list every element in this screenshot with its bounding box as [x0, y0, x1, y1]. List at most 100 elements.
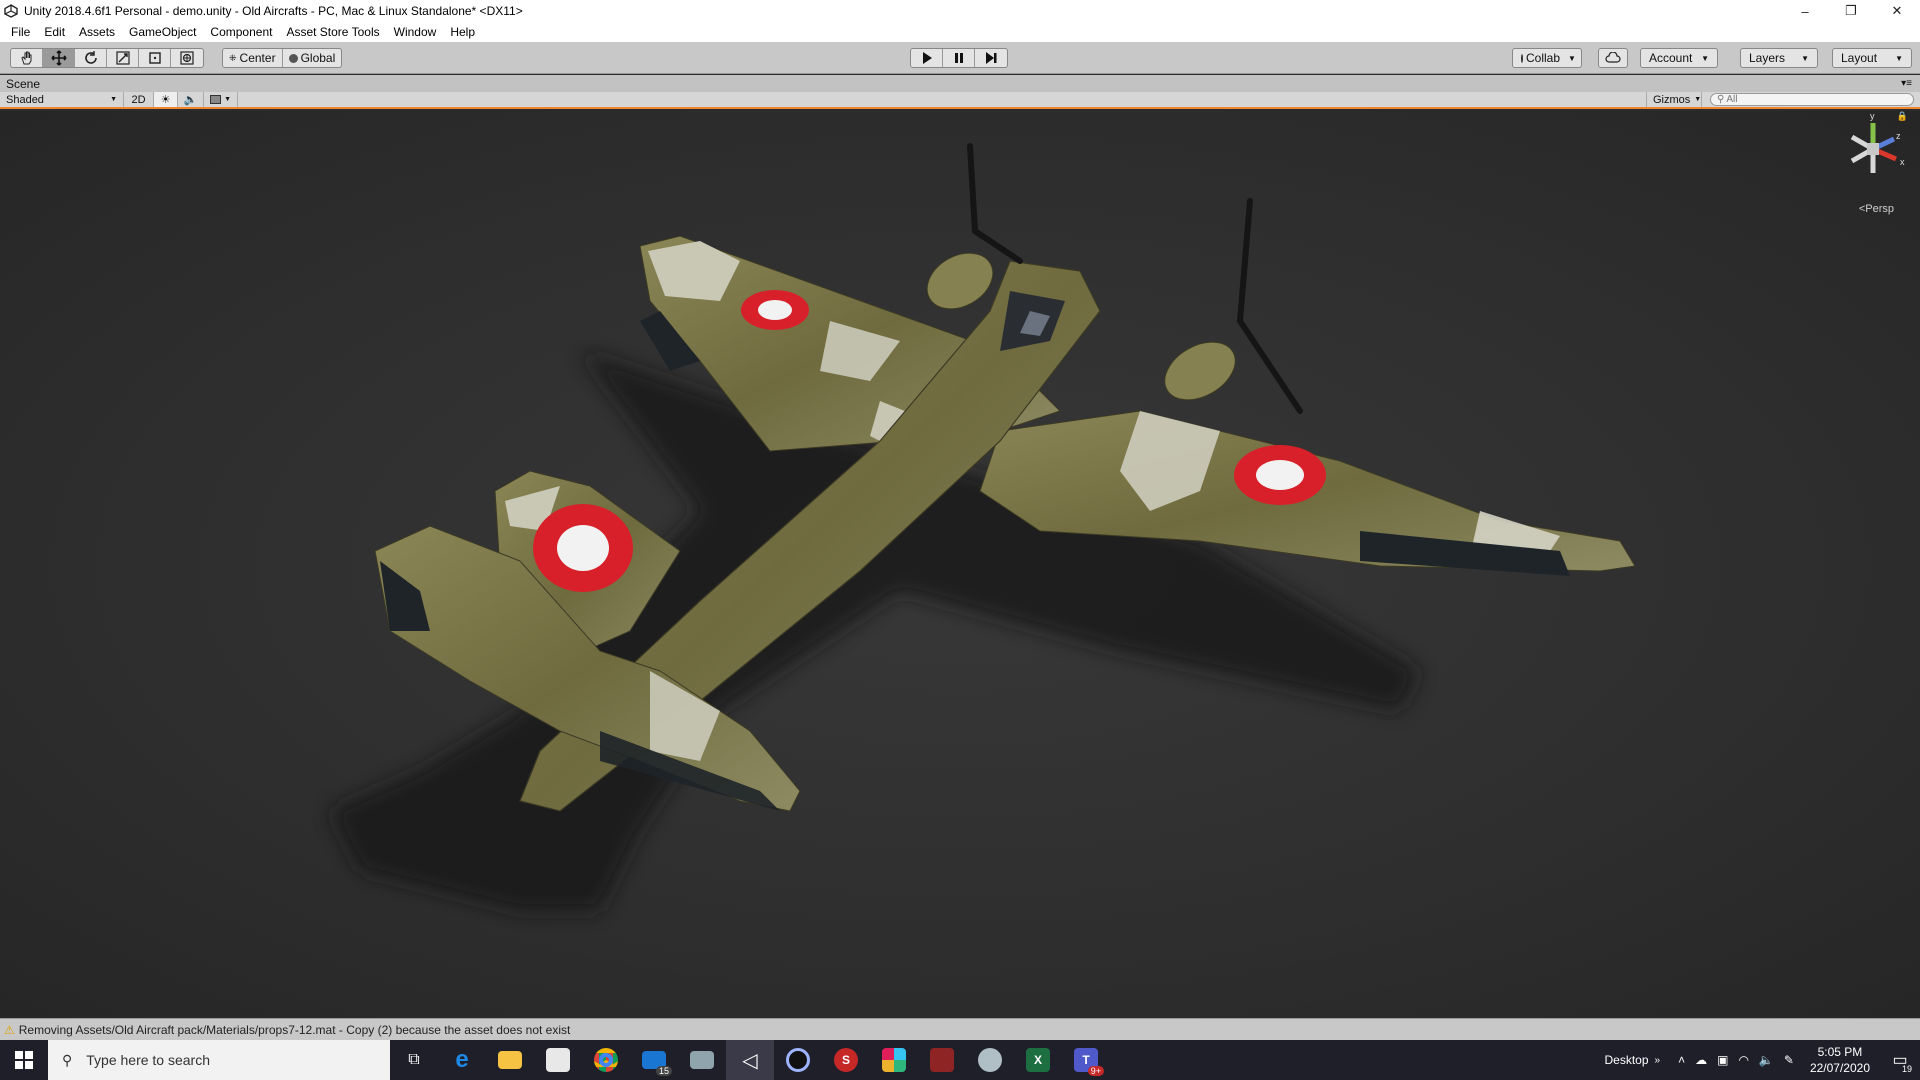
restore-button[interactable]: ❐	[1828, 0, 1874, 22]
taskbar-search-input[interactable]: ⚲ Type here to search	[48, 1040, 390, 1080]
pivot-center-button[interactable]: ⁜ Center	[223, 49, 283, 67]
mode-2d-toggle[interactable]: 2D	[124, 92, 154, 107]
menu-window[interactable]: Window	[387, 25, 444, 39]
close-button[interactable]: ✕	[1874, 0, 1920, 22]
taskbar-app-s[interactable]: S	[822, 1040, 870, 1080]
taskbar-paint[interactable]	[966, 1040, 1014, 1080]
onedrive-icon[interactable]: ☁	[1695, 1053, 1707, 1067]
menu-asset-store-tools[interactable]: Asset Store Tools	[279, 25, 386, 39]
audio-toggle[interactable]: 🔈	[178, 92, 204, 107]
account-dropdown[interactable]: Account ▼	[1640, 48, 1718, 68]
lock-icon[interactable]: 🔒	[1897, 111, 1908, 122]
aircraft-model[interactable]	[0, 111, 1920, 1018]
step-button[interactable]	[975, 49, 1007, 67]
circle-app-icon	[786, 1048, 810, 1072]
taskbar-teams[interactable]: T 9+	[1062, 1040, 1110, 1080]
chevron-down-icon: ▼	[1701, 53, 1709, 63]
excel-icon: X	[1026, 1048, 1050, 1072]
scene-viewport[interactable]: y z x 🔒 <Persp	[0, 111, 1920, 1018]
axis-y-label: y	[1870, 111, 1875, 121]
taskbar-remote-desktop[interactable]	[678, 1040, 726, 1080]
axis-z-label: z	[1896, 131, 1901, 141]
tab-menu-icon[interactable]: ▾≡	[1901, 78, 1912, 89]
layers-label: Layers	[1749, 51, 1786, 65]
sun-icon: ☀	[160, 94, 171, 106]
pivot-toggles: ⁜ Center Global	[222, 48, 343, 68]
search-icon: ⚲	[62, 1051, 73, 1068]
move-tool-icon[interactable]	[43, 49, 75, 67]
menu-component[interactable]: Component	[203, 25, 279, 39]
minimize-button[interactable]: –	[1782, 0, 1828, 22]
scene-search-input[interactable]: ⚲ All	[1710, 93, 1914, 106]
taskbar-unity[interactable]: ◁	[726, 1040, 774, 1080]
chrome-icon	[594, 1048, 618, 1072]
taskbar-slack[interactable]	[870, 1040, 918, 1080]
lighting-toggle[interactable]: ☀	[154, 92, 178, 107]
pause-icon	[954, 53, 963, 63]
pause-button[interactable]	[943, 49, 975, 67]
taskbar-app-circle[interactable]	[774, 1040, 822, 1080]
clock-time: 5:05 PM	[1817, 1045, 1863, 1059]
menu-file[interactable]: File	[4, 25, 37, 39]
play-button[interactable]	[911, 49, 943, 67]
chevron-down-icon: ▼	[1895, 53, 1903, 63]
status-message: Removing Assets/Old Aircraft pack/Materi…	[18, 1022, 571, 1037]
scale-tool-icon[interactable]	[107, 49, 139, 67]
volume-icon[interactable]: 🔈	[1759, 1053, 1774, 1067]
check-circle-icon	[1521, 53, 1523, 63]
s-app-icon: S	[834, 1048, 858, 1072]
pivot-global-label: Global	[300, 51, 336, 65]
transform-tools	[10, 48, 204, 68]
pivot-global-button[interactable]: Global	[283, 49, 342, 67]
chevron-right-icon[interactable]: »	[1655, 1055, 1661, 1066]
taskbar-mail[interactable]: 15	[630, 1040, 678, 1080]
collab-dropdown[interactable]: Collab ▼	[1512, 48, 1582, 68]
rotate-tool-icon[interactable]	[75, 49, 107, 67]
menu-edit[interactable]: Edit	[37, 25, 72, 39]
taskbar-file-explorer[interactable]	[486, 1040, 534, 1080]
teams-badge: 9+	[1087, 1066, 1104, 1076]
shading-mode-label: Shaded	[6, 93, 44, 106]
desktop-toolbar-label[interactable]: Desktop	[1604, 1053, 1648, 1067]
pen-icon[interactable]: ✎	[1784, 1053, 1794, 1067]
taskbar-winrar[interactable]	[918, 1040, 966, 1080]
orientation-gizmo[interactable]: y z x 🔒	[1838, 111, 1908, 191]
status-bar[interactable]: ⚠ Removing Assets/Old Aircraft pack/Mate…	[0, 1018, 1920, 1040]
projection-toggle[interactable]: <Persp	[1859, 203, 1894, 215]
menu-assets[interactable]: Assets	[72, 25, 122, 39]
taskbar-search-placeholder: Type here to search	[86, 1052, 211, 1068]
layout-dropdown[interactable]: Layout ▼	[1832, 48, 1912, 68]
folder-icon	[498, 1051, 522, 1069]
main-toolbar: ⁜ Center Global Collab ▼ Account ▼ Layers ▼ …	[0, 42, 1920, 74]
shading-mode-dropdown[interactable]: Shaded ▼	[0, 92, 124, 107]
pivot-center-label: Center	[239, 51, 276, 65]
chevron-down-icon: ▼	[1694, 96, 1702, 103]
gizmos-dropdown[interactable]: Gizmos ▼	[1646, 92, 1702, 107]
play-icon	[922, 52, 932, 64]
wifi-icon[interactable]: ◠	[1738, 1053, 1748, 1067]
hand-tool-icon[interactable]	[11, 49, 43, 67]
edge-icon: e	[455, 1046, 469, 1073]
cloud-button[interactable]	[1598, 48, 1628, 68]
scene-tab[interactable]: Scene ▾≡	[0, 75, 1920, 92]
meet-now-icon[interactable]: ▣	[1717, 1053, 1728, 1067]
task-view-button[interactable]: ⧉	[390, 1040, 438, 1080]
taskbar-store[interactable]	[534, 1040, 582, 1080]
effects-dropdown[interactable]: ▼	[204, 92, 238, 107]
rect-tool-icon[interactable]	[139, 49, 171, 67]
system-clock[interactable]: 5:05 PM 22/07/2020	[1800, 1044, 1880, 1076]
notification-center-button[interactable]: ▭ 19	[1880, 1040, 1920, 1080]
task-view-icon: ⧉	[408, 1051, 420, 1068]
taskbar-chrome[interactable]	[582, 1040, 630, 1080]
menu-gameobject[interactable]: GameObject	[122, 25, 203, 39]
menu-help[interactable]: Help	[443, 25, 482, 39]
layers-dropdown[interactable]: Layers ▼	[1740, 48, 1818, 68]
transform-tool-icon[interactable]	[171, 49, 203, 67]
chevron-up-icon[interactable]: ˄	[1678, 1053, 1685, 1067]
chevron-down-icon: ▼	[110, 96, 117, 103]
system-tray: Desktop » ˄ ☁ ▣ ◠ 🔈 ✎ 5:05 PM 22/07/2020…	[1604, 1040, 1920, 1080]
taskbar-edge[interactable]: e	[438, 1040, 486, 1080]
start-button[interactable]	[0, 1040, 48, 1080]
taskbar-excel[interactable]: X	[1014, 1040, 1062, 1080]
menu-bar: File Edit Assets GameObject Component As…	[0, 22, 1920, 42]
